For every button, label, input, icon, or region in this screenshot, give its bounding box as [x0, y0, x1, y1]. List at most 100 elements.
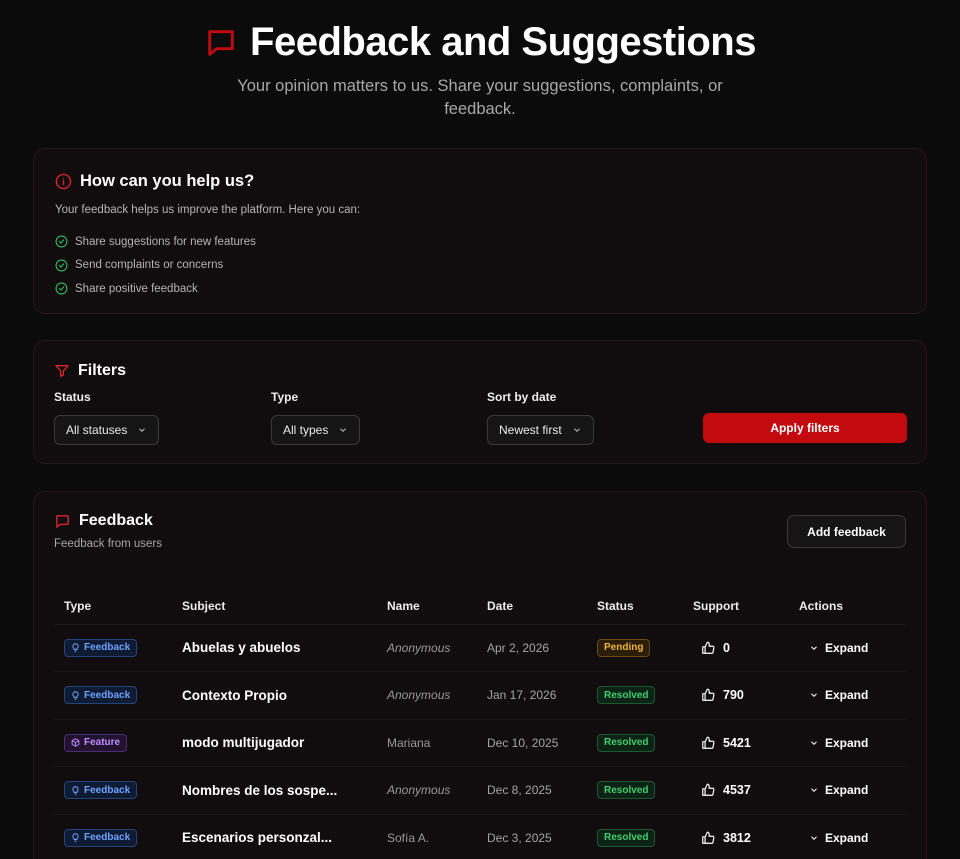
column-header: Subject — [172, 588, 377, 625]
row-date: Dec 10, 2025 — [477, 719, 587, 767]
lightbulb-icon — [72, 786, 79, 795]
type-filter: Type All types — [271, 390, 361, 445]
lightbulb-icon — [72, 691, 79, 700]
support-button[interactable]: 790 — [693, 688, 789, 702]
page-subtitle: Your opinion matters to us. Share your s… — [237, 77, 723, 118]
chevron-down-icon — [811, 646, 817, 650]
chevron-down-icon — [137, 425, 147, 435]
add-feedback-button[interactable]: Add feedback — [787, 515, 906, 548]
feedback-subtitle: Feedback from users — [54, 538, 163, 550]
message-square-icon — [204, 26, 238, 60]
title-row: Feedback and Suggestions — [0, 20, 960, 65]
expand-button[interactable]: Expand — [799, 736, 906, 750]
support-button[interactable]: 3812 — [693, 831, 789, 845]
table-row: Feedback Abuelas y abuelos Anonymous Apr… — [54, 624, 906, 672]
type-badge: Feature — [64, 733, 128, 752]
row-name: Mariana — [377, 719, 477, 767]
help-list-item: Share suggestions for new features — [55, 230, 905, 254]
row-subject: Escenarios personzal... — [172, 814, 377, 859]
column-header: Type — [54, 588, 172, 625]
row-name: Anonymous — [377, 766, 477, 815]
row-date: Dec 8, 2025 — [477, 766, 587, 815]
status-badge: Resolved — [597, 828, 656, 847]
row-date: Apr 2, 2026 — [477, 624, 587, 672]
status-filter-label: Status — [54, 390, 91, 404]
support-button[interactable]: 4537 — [693, 783, 789, 797]
row-subject: Nombres de los sospe... — [172, 766, 377, 815]
table-row: Feedback Nombres de los sospe... Anonymo… — [54, 766, 906, 815]
feedback-title: Feedback — [79, 512, 153, 529]
row-name: Anonymous — [377, 671, 477, 720]
status-badge: Resolved — [597, 733, 656, 752]
lightbulb-icon — [72, 643, 79, 652]
status-filter: Status All statuses — [54, 390, 160, 445]
support-button[interactable]: 0 — [693, 641, 789, 655]
feedback-title-row: Feedback — [54, 512, 906, 530]
filter-icon — [54, 363, 70, 379]
chevron-down-icon — [572, 425, 582, 435]
chevron-down-icon — [811, 788, 817, 793]
row-name: Sofía A. — [377, 814, 477, 859]
type-badge: Feedback — [64, 638, 138, 657]
row-name: Anonymous — [377, 624, 477, 672]
page-title: Feedback and Suggestions — [250, 20, 756, 64]
type-badge: Feedback — [64, 828, 138, 847]
status-badge: Resolved — [597, 781, 656, 800]
expand-button[interactable]: Expand — [799, 641, 906, 655]
check-circle-icon — [55, 235, 68, 248]
column-header: Date — [477, 588, 587, 625]
filters-card: Filters Status All statuses Type All typ… — [33, 340, 927, 464]
status-badge: Resolved — [597, 686, 656, 705]
filters-title: Filters — [78, 362, 127, 379]
row-subject: modo multijugador — [172, 719, 377, 767]
apply-filters-button[interactable]: Apply filters — [703, 413, 907, 443]
thumbs-up-icon — [702, 783, 715, 797]
column-header: Name — [377, 588, 477, 625]
chevron-down-icon — [811, 836, 817, 840]
expand-button[interactable]: Expand — [799, 783, 906, 797]
type-filter-label: Type — [271, 390, 299, 404]
cube-icon — [71, 738, 80, 747]
check-circle-icon — [55, 259, 68, 272]
support-button[interactable]: 5421 — [693, 736, 789, 750]
table-header-row: Type Subject Name Date Status Support Ac… — [54, 588, 906, 625]
info-icon — [55, 173, 72, 190]
row-subject: Abuelas y abuelos — [172, 624, 377, 672]
status-badge: Pending — [597, 638, 651, 657]
lightbulb-icon — [72, 833, 79, 842]
help-card: How can you help us? Your feedback helps… — [33, 148, 927, 314]
table-row: Feedback Escenarios personzal... Sofía A… — [54, 814, 906, 859]
table-row: Feature modo multijugador Mariana Dec 10… — [54, 719, 906, 767]
column-header: Status — [587, 588, 683, 625]
chevron-down-icon — [338, 425, 348, 435]
type-badge: Feedback — [64, 781, 138, 800]
table-row: Feedback Contexto Propio Anonymous Jan 1… — [54, 671, 906, 720]
help-list-item: Share positive feedback — [55, 277, 905, 301]
check-circle-icon — [55, 282, 68, 295]
thumbs-up-icon — [702, 831, 715, 844]
column-header: Support — [683, 588, 789, 625]
help-title: How can you help us? — [80, 172, 255, 190]
expand-button[interactable]: Expand — [799, 688, 906, 702]
page-header: Feedback and Suggestions Your opinion ma… — [0, 0, 960, 121]
chevron-down-icon — [811, 693, 817, 698]
sort-filter-label: Sort by date — [487, 390, 557, 404]
feedback-table: Type Subject Name Date Status Support Ac… — [54, 588, 906, 859]
filters-title-row: Filters — [54, 362, 906, 380]
type-badge: Feedback — [64, 686, 138, 705]
help-description: Your feedback helps us improve the platf… — [55, 204, 361, 216]
expand-button[interactable]: Expand — [799, 831, 906, 845]
help-title-row: How can you help us? — [55, 172, 905, 191]
help-list-item: Send complaints or concerns — [55, 254, 905, 278]
sort-select[interactable]: Newest first — [487, 415, 594, 445]
status-select[interactable]: All statuses — [54, 415, 160, 445]
thumbs-up-icon — [702, 641, 715, 654]
column-header: Actions — [789, 588, 906, 625]
type-select[interactable]: All types — [271, 415, 361, 445]
row-date: Dec 3, 2025 — [477, 814, 587, 859]
row-date: Jan 17, 2026 — [477, 671, 587, 720]
sort-filter: Sort by date Newest first — [487, 390, 594, 445]
feedback-card: Feedback Feedback from users Add feedbac… — [33, 491, 927, 859]
help-list: Share suggestions for new features Send … — [55, 230, 905, 301]
row-subject: Contexto Propio — [172, 671, 377, 720]
